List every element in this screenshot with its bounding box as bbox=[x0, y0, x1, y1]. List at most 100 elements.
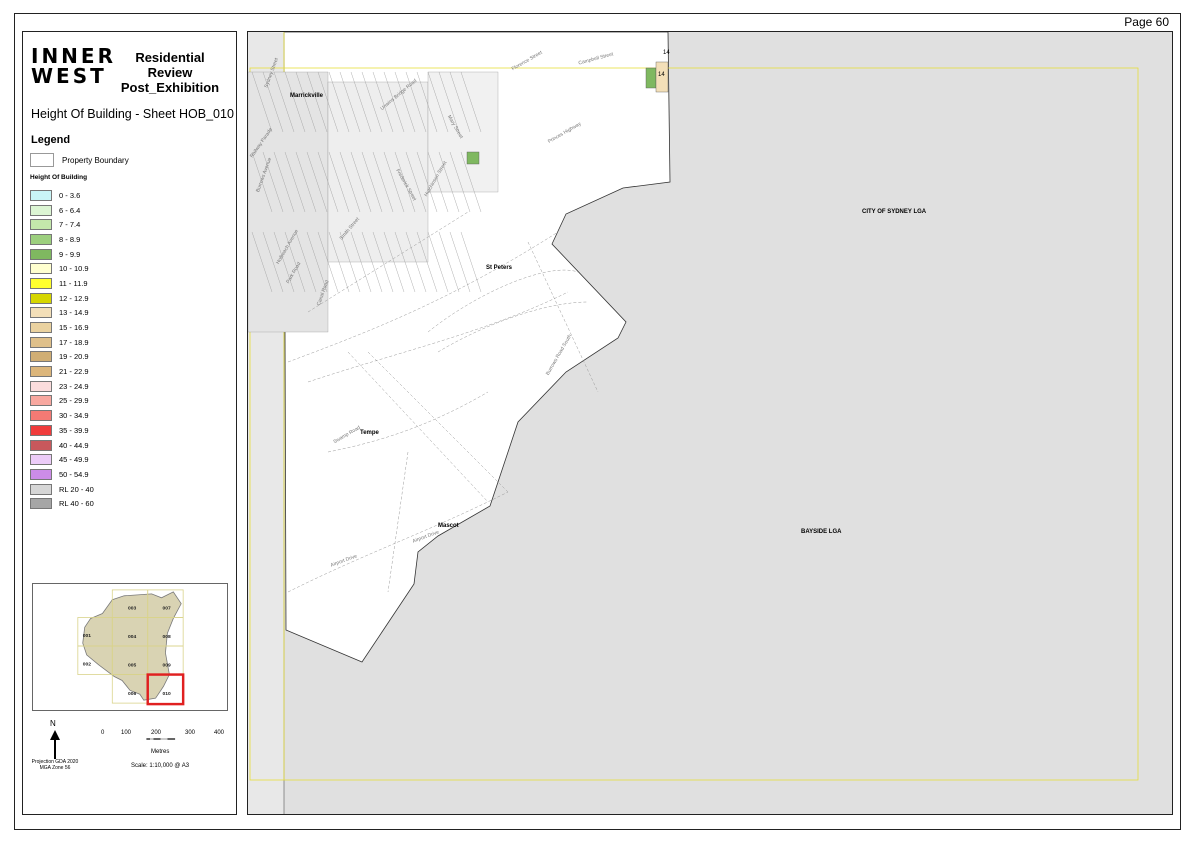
height-legend-label: 12 - 12.9 bbox=[59, 293, 89, 303]
scale-tick: 100 bbox=[121, 730, 132, 736]
height-legend-swatch bbox=[30, 248, 52, 260]
height-legend-item: 7 - 7.4 bbox=[30, 217, 94, 232]
key-map-sheet-label: 002 bbox=[83, 662, 91, 668]
key-map-sheet-label: 009 bbox=[162, 663, 170, 669]
scale-bar bbox=[146, 738, 176, 740]
height-legend-swatch bbox=[30, 292, 52, 304]
height-legend-item: 11 - 11.9 bbox=[30, 276, 94, 291]
inner-west-logo: INNER WEST bbox=[31, 44, 116, 88]
lga-city-of-sydney: CITY OF SYDNEY LGA bbox=[862, 209, 927, 215]
place-mascot: Mascot bbox=[438, 523, 459, 529]
height-legend-label: 23 - 24.9 bbox=[59, 381, 89, 391]
logo-line-1: INNER bbox=[31, 44, 116, 68]
title-line-1: Residential bbox=[135, 50, 205, 65]
height-legend-item: 8 - 8.9 bbox=[30, 232, 94, 247]
height-legend-item: 21 - 22.9 bbox=[30, 364, 94, 379]
height-legend-label: 15 - 16.9 bbox=[59, 323, 89, 333]
logo-line-2: WEST bbox=[31, 64, 107, 88]
height-legend-item: 15 - 16.9 bbox=[30, 320, 94, 335]
north-arrow-icon bbox=[50, 730, 60, 759]
height-legend-swatch bbox=[30, 410, 52, 422]
height-legend-swatch bbox=[30, 263, 52, 275]
height-legend-item: 10 - 10.9 bbox=[30, 261, 94, 276]
scale-text: Scale: 1:10,000 @ A3 bbox=[131, 763, 190, 769]
height-legend-label: 6 - 6.4 bbox=[59, 205, 81, 215]
property-boundary-swatch bbox=[30, 153, 54, 167]
key-map-sheet-label: 005 bbox=[128, 663, 136, 669]
place-tempe: Tempe bbox=[360, 430, 379, 436]
height-legend-list: 0 - 3.6 6 - 6.4 7 - 7.4 8 - 8.9 9 - 9.9 10 - … bbox=[30, 188, 94, 511]
key-map-sheet-label: 010 bbox=[162, 691, 170, 697]
height-legend-label: 50 - 54.9 bbox=[59, 469, 89, 479]
height-legend-label: 45 - 49.9 bbox=[59, 455, 89, 465]
height-legend-swatch bbox=[30, 336, 52, 348]
legend-panel: INNER WEST Residential Review Post_Exhib… bbox=[22, 31, 237, 815]
map-canvas bbox=[248, 32, 1139, 814]
height-legend-label: 8 - 8.9 bbox=[59, 234, 81, 244]
height-legend-item: 13 - 14.9 bbox=[30, 306, 94, 321]
title-line-3: Post_Exhibition bbox=[120, 80, 220, 95]
height-legend-item: 35 - 39.9 bbox=[30, 423, 94, 438]
height-legend-label: 19 - 20.9 bbox=[59, 352, 89, 362]
height-legend-item: 6 - 6.4 bbox=[30, 203, 94, 218]
height-legend-item: 25 - 29.9 bbox=[30, 394, 94, 409]
height-legend-swatch bbox=[30, 277, 52, 289]
height-legend-item: 19 - 20.9 bbox=[30, 350, 94, 365]
height-legend-label: 35 - 39.9 bbox=[59, 425, 89, 435]
height-legend-swatch bbox=[30, 380, 52, 392]
height-legend-swatch bbox=[30, 204, 52, 216]
scale-tick: 0 bbox=[101, 730, 105, 736]
height-legend-swatch bbox=[30, 395, 52, 407]
key-map: 001 002 003 004 005 006 007 008 009 010 bbox=[32, 583, 228, 711]
height-legend-item: 45 - 49.9 bbox=[30, 452, 94, 467]
scale-tick: 300 bbox=[185, 730, 196, 736]
projection-line-2: MGA Zone 56 bbox=[39, 765, 71, 771]
height-legend-item: 0 - 3.6 bbox=[30, 188, 94, 203]
lga-bayside: BAYSIDE LGA bbox=[801, 529, 842, 535]
height-legend-label: RL 40 - 60 bbox=[59, 499, 94, 509]
sheet-title: Height Of Building - Sheet HOB_010 bbox=[31, 107, 234, 121]
height-legend-swatch bbox=[30, 189, 52, 201]
height-legend-label: 10 - 10.9 bbox=[59, 264, 89, 274]
height-legend-swatch bbox=[30, 233, 52, 245]
hob-parcel bbox=[466, 151, 480, 165]
height-legend-label: 9 - 9.9 bbox=[59, 249, 81, 259]
height-legend-item: 30 - 34.9 bbox=[30, 408, 94, 423]
height-legend-item: 40 - 44.9 bbox=[30, 438, 94, 453]
property-boundary-label: Property Boundary bbox=[62, 155, 129, 165]
height-of-building-heading: Height Of Building bbox=[30, 174, 88, 181]
height-legend-swatch bbox=[30, 454, 52, 466]
height-legend-label: 7 - 7.4 bbox=[59, 220, 81, 230]
key-map-sheet-label: 008 bbox=[162, 634, 170, 640]
scale-units: Metres bbox=[151, 749, 170, 755]
height-legend-swatch bbox=[30, 366, 52, 378]
height-legend-label: RL 20 - 40 bbox=[59, 484, 94, 494]
height-legend-swatch bbox=[30, 439, 52, 451]
hob-value-label: 14 bbox=[663, 50, 670, 56]
height-legend-label: 21 - 22.9 bbox=[59, 367, 89, 377]
height-legend-item: 9 - 9.9 bbox=[30, 247, 94, 262]
height-legend-swatch bbox=[30, 219, 52, 231]
height-legend-item: RL 20 - 40 bbox=[30, 482, 94, 497]
height-legend-swatch bbox=[30, 351, 52, 363]
height-legend-item: 12 - 12.9 bbox=[30, 291, 94, 306]
height-legend-item: 50 - 54.9 bbox=[30, 467, 94, 482]
height-legend-swatch bbox=[30, 307, 52, 319]
height-legend-swatch bbox=[30, 424, 52, 436]
key-map-sheet-label: 003 bbox=[128, 606, 136, 612]
height-legend-item: RL 40 - 60 bbox=[30, 496, 94, 511]
key-map-sheet-label: 007 bbox=[162, 606, 170, 612]
scale-tick: 200 bbox=[151, 730, 162, 736]
height-legend-label: 11 - 11.9 bbox=[59, 278, 88, 288]
place-st-peters: St Peters bbox=[486, 265, 513, 271]
height-legend-swatch bbox=[30, 498, 52, 510]
height-legend-label: 25 - 29.9 bbox=[59, 396, 89, 406]
key-map-sheet-label: 001 bbox=[83, 633, 91, 639]
height-legend-label: 17 - 18.9 bbox=[59, 337, 89, 347]
map-view[interactable]: Marrickville St Peters Tempe Mascot CITY… bbox=[247, 31, 1173, 815]
property-boundary-legend: Property Boundary bbox=[30, 153, 129, 167]
map-title: Residential Review Post_Exhibition bbox=[115, 50, 225, 95]
height-legend-item: 17 - 18.9 bbox=[30, 335, 94, 350]
height-legend-label: 13 - 14.9 bbox=[59, 308, 89, 318]
scale-tick: 400 bbox=[214, 730, 225, 736]
